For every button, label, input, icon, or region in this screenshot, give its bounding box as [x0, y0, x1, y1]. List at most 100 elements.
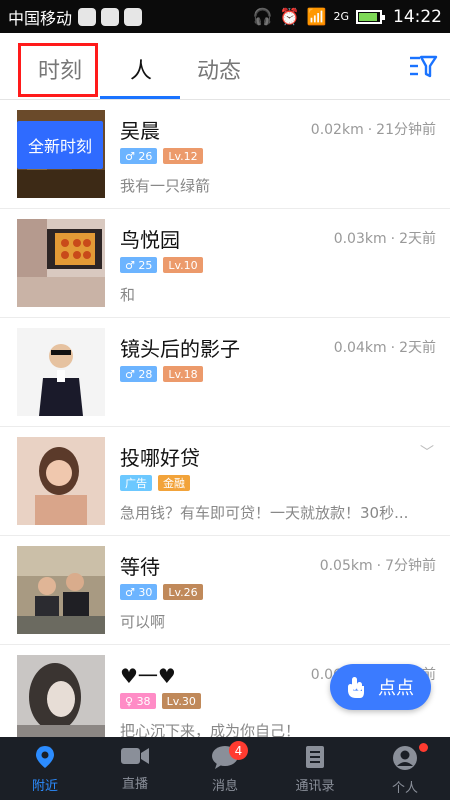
avatar: [17, 328, 105, 416]
gender-symbol: ♀: [125, 694, 134, 708]
user-badges: ♀ 38 Lv.30: [120, 693, 201, 709]
nav-label: 附近: [31, 779, 58, 794]
nav-profile[interactable]: 个人: [360, 737, 450, 800]
location-pin-icon: [36, 746, 54, 768]
user-name: 镜头后的影子: [120, 337, 240, 361]
time-ago: 2天前: [399, 340, 436, 356]
hand-tap-icon: [348, 677, 364, 698]
finance-badge: 金融: [158, 475, 190, 491]
distance: 0.04km: [333, 340, 387, 356]
gender-age-badge: ♂ 30: [120, 584, 158, 600]
gender-age-badge: ♂ 26: [120, 148, 158, 164]
time-ago: 2天前: [399, 231, 436, 247]
time-ago: 7分钟前: [385, 558, 436, 574]
user-signature: 可以啊: [120, 613, 166, 631]
user-signature: 和: [120, 286, 136, 304]
ad-badge: 广告: [120, 475, 152, 491]
people-feed: 吴晨 0.02km · 21分钟前 ♂ 26 Lv.12 我有一只绿箭 鸟悦园 0.…: [0, 101, 450, 737]
battery-icon: [356, 9, 385, 24]
notification-app-icon: [101, 7, 120, 26]
user-badges: ♂ 28 Lv.18: [120, 366, 203, 382]
user-signature: 我有一只绿箭: [120, 177, 211, 195]
distance-time: 0.04km · 2天前: [334, 337, 436, 357]
notification-dot: [419, 743, 428, 752]
user-badges: ♂ 26 Lv.12: [120, 148, 203, 164]
list-item[interactable]: 镜头后的影子 0.04km · 2天前 ♂ 28 Lv.18: [0, 319, 450, 427]
gender-age-badge: ♂ 28: [120, 366, 158, 382]
nav-contacts[interactable]: 通讯录: [270, 737, 360, 800]
battery-level: [359, 12, 377, 21]
clock: 14:22: [393, 6, 442, 27]
user-name: 投哪好贷: [120, 446, 200, 470]
user-name: 等待: [120, 555, 160, 579]
gender-symbol: ♂: [125, 585, 135, 599]
nav-nearby[interactable]: 附近: [0, 737, 90, 800]
ad-description: 急用钱？有车即可贷！一天就放款！30秒...: [120, 504, 409, 522]
separator-dot: ·: [390, 340, 396, 356]
notification-app-icon: [78, 7, 97, 26]
user-badges: ♂ 30 Lv.26: [120, 584, 203, 600]
filter-icon: [410, 55, 438, 78]
nav-label: 消息: [211, 779, 238, 794]
distance: 0.02km: [310, 122, 364, 138]
user-name: ♥一♥: [120, 664, 176, 688]
nav-label: 通讯录: [295, 779, 335, 794]
bottom-navigation: 附近 直播 4 消息 通讯录 个人: [0, 737, 450, 800]
level-badge: Lv.30: [161, 693, 201, 709]
age: 26: [138, 149, 153, 163]
new-moment-button[interactable]: 全新时刻: [17, 121, 103, 169]
user-name: 吴晨: [120, 119, 160, 143]
notification-app-icon: [124, 7, 143, 26]
separator-dot: ·: [390, 231, 396, 247]
time-ago: 21分钟前: [376, 122, 436, 138]
avatar: [17, 437, 105, 525]
user-avatar-icon: [393, 746, 417, 770]
age: 28: [138, 367, 153, 381]
level-badge: Lv.12: [163, 148, 203, 164]
unread-count-badge: 4: [229, 741, 248, 760]
age: 25: [138, 258, 153, 272]
distance-time: 0.05km · 7分钟前: [320, 555, 436, 575]
user-badges: ♂ 25 Lv.10: [120, 257, 203, 273]
gender-symbol: ♂: [125, 258, 135, 272]
fab-label: 点点: [378, 678, 414, 699]
distance: 0.05km: [319, 558, 373, 574]
status-icons: 🎧 ⏰ 📶 2G 14:22: [253, 7, 442, 27]
nav-live[interactable]: 直播: [90, 737, 180, 800]
network-type: 2G: [333, 10, 349, 23]
alarm-icon: ⏰: [279, 7, 300, 26]
video-camera-icon: [121, 748, 149, 764]
list-item[interactable]: 投哪好贷 ﹀ 广告 金融 急用钱？有车即可贷！一天就放款！30秒...: [0, 428, 450, 536]
level-badge: Lv.26: [163, 584, 203, 600]
user-signature: 把心沉下来，成为你自己！: [120, 722, 301, 737]
nav-label: 直播: [121, 777, 148, 792]
avatar: [17, 546, 105, 634]
user-name: 鸟悦园: [120, 228, 180, 252]
age: 30: [138, 585, 153, 599]
level-badge: Lv.18: [163, 366, 203, 382]
level-badge: Lv.10: [163, 257, 203, 273]
tab-people[interactable]: 人: [130, 53, 152, 85]
user-badges: 广告 金融: [120, 475, 190, 491]
avatar: [17, 655, 105, 737]
top-tab-bar: 时刻 人 动态: [0, 33, 450, 100]
tab-moments[interactable]: 时刻: [38, 53, 82, 85]
carrier-name: 中国移动: [8, 8, 73, 28]
wifi-icon: 📶: [306, 7, 327, 26]
status-bar: 中国移动 🎧 ⏰ 📶 2G 14:22: [0, 0, 450, 33]
filter-button[interactable]: [408, 52, 438, 82]
dian-dian-fab[interactable]: 点点: [330, 664, 431, 710]
list-item[interactable]: 鸟悦园 0.03km · 2天前 ♂ 25 Lv.10 和: [0, 210, 450, 318]
distance-time: 0.03km · 2天前: [334, 228, 436, 248]
active-tab-underline: [100, 96, 180, 99]
chevron-down-icon[interactable]: ﹀: [420, 442, 434, 462]
distance-time: 0.02km · 21分钟前: [311, 119, 436, 139]
gender-symbol: ♂: [125, 149, 135, 163]
tab-activity[interactable]: 动态: [197, 53, 241, 85]
gender-age-badge: ♀ 38: [120, 693, 156, 709]
list-item[interactable]: 等待 0.05km · 7分钟前 ♂ 30 Lv.26 可以啊: [0, 537, 450, 645]
nav-messages[interactable]: 4 消息: [180, 737, 270, 800]
separator-dot: ·: [376, 558, 382, 574]
nav-label: 个人: [391, 781, 418, 796]
separator-dot: ·: [367, 122, 373, 138]
